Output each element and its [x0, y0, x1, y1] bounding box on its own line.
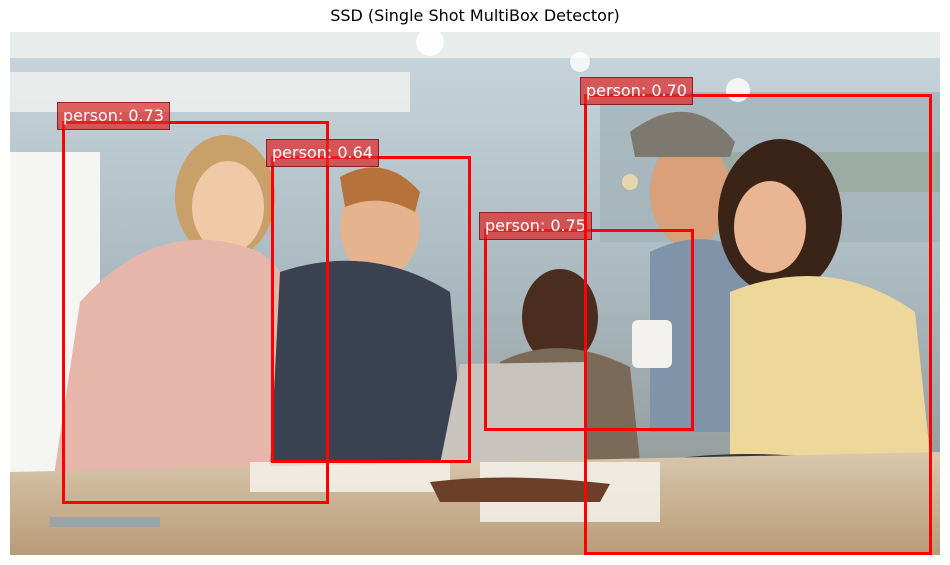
photo-illustration	[10, 32, 940, 555]
figure-title: SSD (Single Shot MultiBox Detector)	[330, 6, 620, 25]
office-photo	[10, 32, 940, 555]
